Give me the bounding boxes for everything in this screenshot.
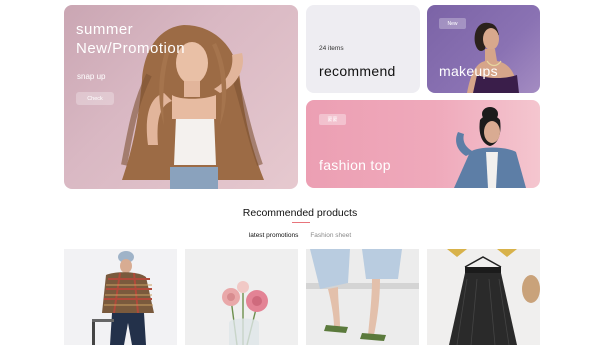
product-tabs: latest promotions Fashion sheet: [0, 232, 600, 239]
hero-title-line1: summer: [76, 21, 134, 38]
product-card-tulle-skirt[interactable]: [427, 249, 540, 345]
product-image-flower-vase: [185, 249, 298, 345]
makeups-label: makeups: [439, 63, 498, 79]
hero-promo-card[interactable]: summer New/Promotion snap up Check: [64, 5, 298, 189]
hero-title-line2: New/Promotion: [76, 40, 186, 57]
product-image-green-sandals: [306, 249, 419, 345]
section-title-underline: [292, 222, 310, 223]
product-card-flower-vase[interactable]: [185, 249, 298, 345]
tab-fashion-sheet[interactable]: Fashion sheet: [310, 232, 351, 239]
recommend-item-count: 24 items: [319, 45, 344, 52]
recommend-card[interactable]: 24 items recommend: [306, 5, 420, 93]
makeups-new-tag: New: [439, 18, 466, 29]
product-image-tulle-skirt: [427, 249, 540, 345]
hero-subtitle: snap up: [77, 72, 106, 81]
recommend-label: recommend: [319, 63, 396, 79]
product-card-plaid-jacket[interactable]: [64, 249, 177, 345]
fashion-top-card[interactable]: 蒙蒙 fashion top: [306, 100, 540, 188]
makeups-card[interactable]: New makeups: [427, 5, 540, 93]
hero-check-button[interactable]: Check: [76, 92, 114, 105]
product-card-green-sandals[interactable]: [306, 249, 419, 345]
fashion-tag: 蒙蒙: [319, 114, 346, 125]
section-title: Recommended products: [242, 207, 358, 219]
tab-latest-promotions[interactable]: latest promotions: [249, 232, 299, 239]
fashion-top-label: fashion top: [319, 157, 391, 173]
product-image-plaid-jacket: [64, 249, 177, 345]
